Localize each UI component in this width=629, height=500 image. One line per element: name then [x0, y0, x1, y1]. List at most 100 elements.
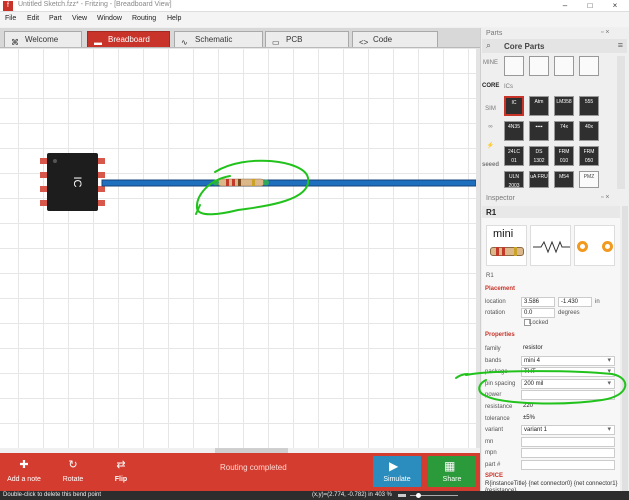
property-row: mn	[485, 436, 615, 448]
ic-pin[interactable]	[97, 172, 105, 178]
tab-label: Welcome	[25, 35, 59, 44]
ic-pin[interactable]	[40, 172, 48, 178]
part-tile-m54[interactable]: M54	[554, 171, 574, 188]
pcb-pad-icon	[577, 241, 588, 252]
menu-bar: File Edit Part View Window Routing Help	[0, 12, 629, 27]
inspector-close-icon[interactable]: ▫ ×	[601, 194, 610, 201]
add-note-button[interactable]: ✚ Add a note	[4, 458, 44, 483]
ic-pin[interactable]	[97, 200, 105, 206]
location-x-input[interactable]: 3.586	[521, 297, 555, 307]
property-label: variant	[485, 427, 504, 434]
share-icon: ▦	[444, 459, 456, 473]
title-bar: f Untitled Sketch.fzz* - Fritzing - [Bre…	[0, 0, 629, 12]
part-tile-74x[interactable]: 74x	[554, 121, 574, 141]
part-tile-chip[interactable]: ▪▪▪▪	[529, 121, 549, 141]
bin-tab-arduino-icon[interactable]: ∞	[482, 119, 499, 135]
part-tile-atmega[interactable]: Atm	[529, 96, 549, 116]
part-tile-breadboard[interactable]	[504, 56, 524, 76]
rotate-icon: ↻	[68, 459, 78, 471]
menu-routing[interactable]: Routing	[132, 15, 156, 22]
part-tile-cable[interactable]	[579, 56, 599, 76]
menu-file[interactable]: File	[5, 15, 16, 22]
part-tile-wire[interactable]	[529, 56, 549, 76]
part-tile-ic[interactable]: IC	[504, 96, 524, 116]
bin-tab-sim[interactable]: SIM	[482, 101, 499, 117]
bin-menu-icon[interactable]: ≡	[618, 40, 623, 50]
menu-window[interactable]: Window	[97, 15, 122, 22]
tab-code[interactable]: <> Code	[352, 31, 438, 47]
share-label: Share	[442, 476, 462, 483]
property-select[interactable]: variant 1	[521, 425, 615, 436]
part-tile-frm050[interactable]: FRM 050	[579, 146, 599, 166]
simulate-button[interactable]: ▶ Simulate	[373, 456, 421, 487]
ic-pin[interactable]	[97, 186, 105, 192]
bin-tab-seeed[interactable]: seeed	[482, 157, 499, 173]
routing-status: Routing completed	[220, 463, 287, 472]
panel-close-icon[interactable]: ▫ ×	[601, 29, 610, 36]
pin-spacing-annotation	[455, 370, 627, 405]
menu-view[interactable]: View	[72, 15, 87, 22]
part-tile-lm358[interactable]: LM358	[554, 96, 574, 116]
part-tile-555[interactable]: 555	[579, 96, 599, 116]
property-label: mn	[485, 438, 494, 445]
tab-breadboard[interactable]: ▬ Breadboard	[87, 31, 170, 47]
bin-tab-sparkfun-icon[interactable]: ⚡	[482, 138, 499, 154]
rotation-input[interactable]: 0.0	[521, 308, 555, 318]
part-tile-frm010[interactable]: FRM 010	[554, 146, 574, 166]
ic-pin[interactable]	[40, 158, 48, 164]
rotate-button[interactable]: ↻ Rotate	[56, 458, 90, 483]
canvas-drawing: IC	[40, 153, 476, 216]
location-unit[interactable]: in	[595, 299, 600, 305]
part-tile-ds1302[interactable]: DS 1302	[529, 146, 549, 166]
resistor-symbol-icon	[533, 240, 570, 254]
part-tile-ua[interactable]: uA FRU	[529, 171, 549, 188]
menu-part[interactable]: Part	[49, 15, 62, 22]
add-note-icon: ✚	[19, 459, 29, 471]
flip-icon: ⇄	[116, 459, 126, 471]
property-label: tolerance	[485, 415, 510, 422]
status-hint: Double-click to delete this bend point	[3, 492, 102, 498]
menu-edit[interactable]: Edit	[27, 15, 39, 22]
resistor-r1[interactable]	[213, 178, 269, 187]
bin-tab-mine[interactable]: MINE	[482, 55, 499, 71]
part-tile-4n35[interactable]: 4N35	[504, 121, 524, 141]
location-y-input[interactable]: -1.430	[558, 297, 592, 307]
part-tile-connector[interactable]	[554, 56, 574, 76]
property-row: variant variant 1	[485, 425, 615, 436]
ic-pin[interactable]	[40, 200, 48, 206]
properties-header: Properties	[485, 332, 515, 338]
ic-chip[interactable]: IC	[40, 153, 105, 211]
zoom-out-icon[interactable]	[398, 494, 406, 497]
resistor-leg-end[interactable]	[263, 179, 269, 186]
tab-pcb[interactable]: ▭ PCB	[265, 31, 349, 47]
property-row: bands mini 4	[485, 355, 615, 367]
zoom-slider-handle[interactable]	[416, 493, 421, 498]
parts-scrollbar[interactable]	[617, 56, 625, 189]
flip-button[interactable]: ⇄ Flip	[104, 458, 138, 483]
property-label: bands	[485, 357, 502, 364]
minimize-button[interactable]: –	[553, 0, 577, 12]
annotation-stroke	[455, 373, 469, 379]
tab-schematic[interactable]: ∿ Schematic	[174, 31, 263, 47]
part-tile-pmz[interactable]: PMZ	[579, 171, 599, 188]
property-select[interactable]: mini 4	[521, 355, 615, 366]
close-button[interactable]: ×	[603, 0, 627, 12]
tab-welcome[interactable]: ⌘ Welcome	[4, 31, 82, 47]
ic-pin[interactable]	[40, 186, 48, 192]
property-value: ±5%	[523, 414, 535, 421]
part-tile-40x[interactable]: 40x	[579, 121, 599, 141]
search-icon[interactable]: ⌕	[486, 40, 491, 51]
inspector-scrollbar[interactable]	[622, 206, 628, 491]
part-tile-24lc01[interactable]: 24LC 01	[504, 146, 524, 166]
simulate-icon: ▶	[389, 459, 399, 473]
breadboard-canvas[interactable]: IC fritzing	[0, 48, 476, 448]
bin-tab-core[interactable]: CORE	[482, 78, 499, 94]
tab-label: PCB	[286, 35, 303, 44]
ic-pin[interactable]	[97, 158, 105, 164]
maximize-button[interactable]: □	[578, 0, 602, 12]
wire[interactable]	[101, 179, 476, 187]
menu-help[interactable]: Help	[167, 15, 181, 22]
part-tile-uln2003[interactable]: ULN 2003	[504, 171, 524, 188]
share-button[interactable]: ▦ Share	[428, 456, 476, 487]
inspector-schematic-image	[530, 225, 571, 266]
